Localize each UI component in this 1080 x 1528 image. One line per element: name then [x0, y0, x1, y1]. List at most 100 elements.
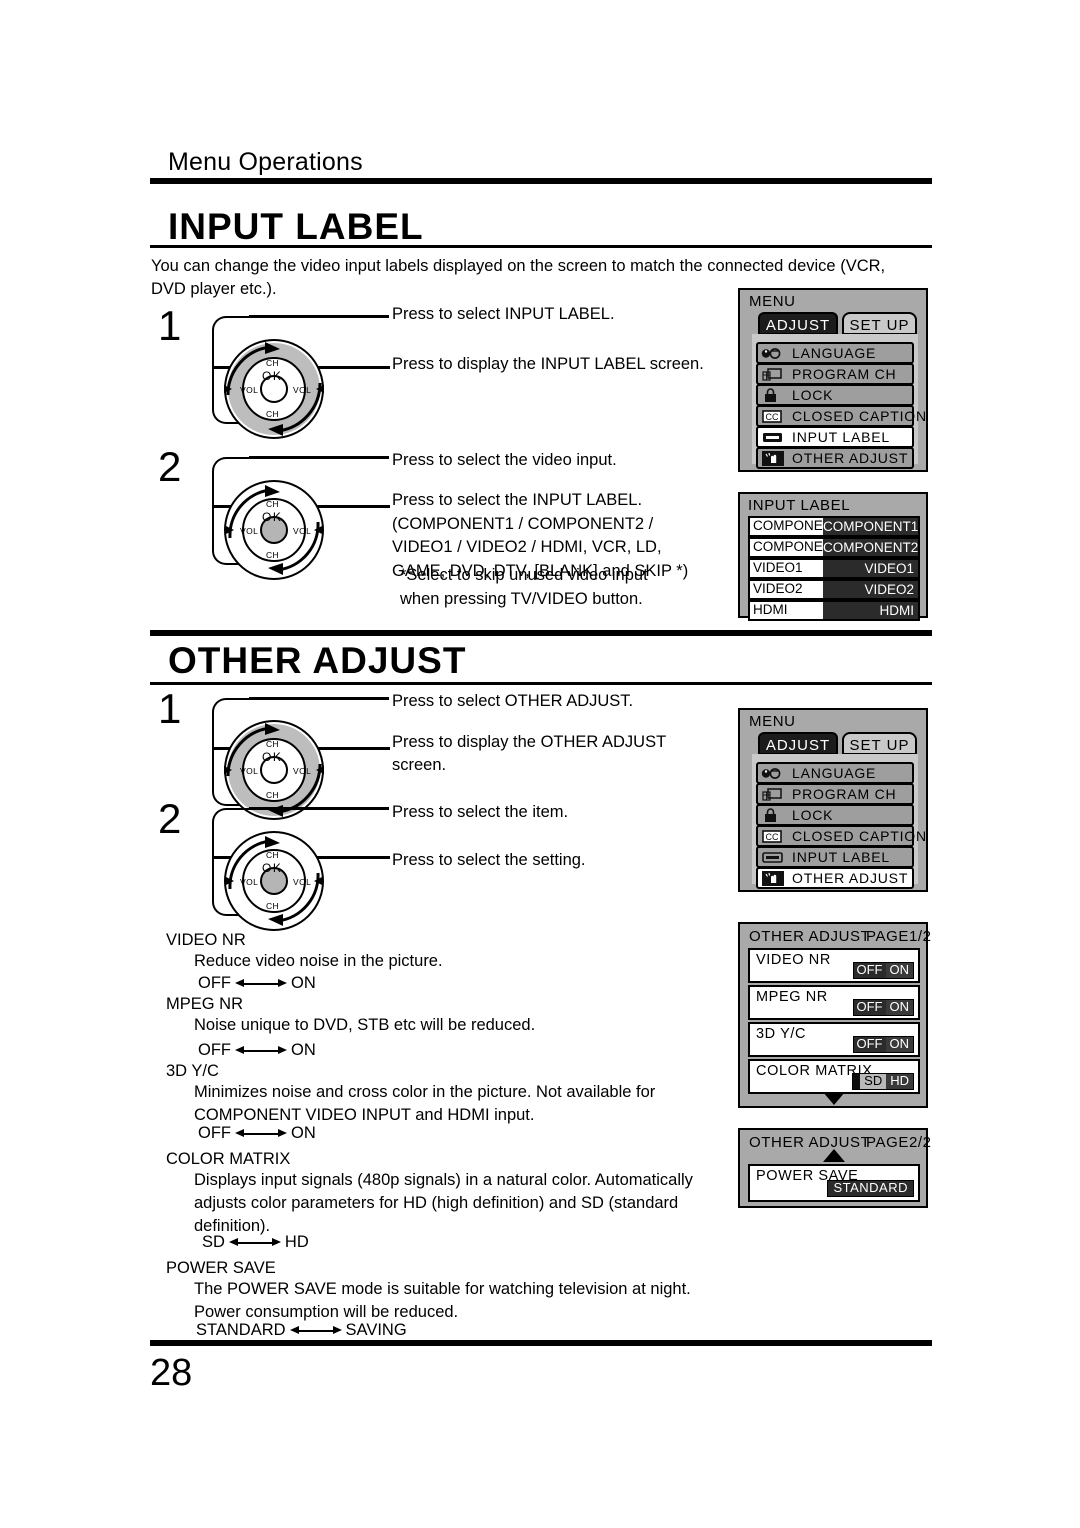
- menu-item-label: INPUT LABEL: [792, 849, 891, 865]
- menu-item-lock[interactable]: LOCK: [756, 384, 914, 406]
- toggle-color-matrix[interactable]: SD HD: [852, 1073, 914, 1090]
- osd-other-adjust-page1: OTHER ADJUST PAGE1/2 VIDEO NR OFF ON MPE…: [738, 922, 931, 1108]
- other-adjust-item-color-matrix[interactable]: COLOR MATRIX SD HD: [748, 1059, 920, 1094]
- input-label-icon: [762, 851, 783, 863]
- toggle-3d-yc[interactable]: OFF ON: [852, 1036, 914, 1053]
- menu-item-language[interactable]: LANGUAGE: [756, 762, 914, 784]
- setting-options-mpeg-nr: OFF ON: [198, 1039, 316, 1062]
- menu-item-language[interactable]: LANGUAGE: [756, 342, 914, 364]
- setting-name-mpeg-nr: MPEG NR: [166, 995, 244, 1013]
- toggle-mpeg-nr[interactable]: OFF ON: [852, 999, 914, 1016]
- osd-input-label-panel: INPUT LABEL COMPONENT1 COMPONENT1 COMPON…: [738, 492, 928, 621]
- page-up-arrow-icon[interactable]: [823, 1149, 845, 1162]
- nav-wheel-2a[interactable]: CH CH VOL VOL OK: [218, 474, 330, 586]
- step-text-1b-1: Press to select OTHER ADJUST.: [392, 692, 634, 710]
- menu-item-input-label[interactable]: INPUT LABEL: [756, 846, 914, 868]
- other-adjust-icon: [762, 450, 784, 466]
- leader-line-2a-1: [249, 456, 389, 459]
- toggle-cursor: [853, 1074, 861, 1089]
- nav-wheel-1a[interactable]: CH CH VOL VOL OK: [218, 333, 330, 445]
- menu-item-closed-caption[interactable]: CC CLOSED CAPTION: [756, 405, 926, 427]
- step-text-1a-1: Press to select INPUT LABEL.: [392, 305, 615, 323]
- option-right: ON: [291, 974, 316, 992]
- step-text-2a-1: Press to select the video input.: [392, 451, 617, 469]
- other-adjust-item-video-nr[interactable]: VIDEO NR OFF ON: [748, 948, 920, 983]
- other-adjust-item-power-save[interactable]: POWER SAVE STANDARD: [748, 1164, 920, 1202]
- input-name: HDMI: [753, 602, 788, 617]
- page-number: 28: [150, 1352, 193, 1394]
- input-value: VIDEO2: [823, 581, 918, 598]
- step-number-1a: 1: [158, 302, 182, 349]
- double-arrow-icon: [235, 979, 287, 988]
- toggle-option-sd[interactable]: SD: [860, 1074, 887, 1089]
- input-name: VIDEO1: [753, 560, 803, 575]
- menu-item-closed-caption[interactable]: CC CLOSED CAPTION: [756, 825, 926, 847]
- cc-icon: CC: [762, 409, 782, 423]
- program-ch-icon: [762, 787, 782, 801]
- option-left: SD: [202, 1233, 225, 1251]
- toggle-option-standard[interactable]: STANDARD: [828, 1181, 913, 1196]
- tab-adjust[interactable]: ADJUST: [758, 312, 838, 335]
- other-adjust-icon: [762, 870, 784, 886]
- toggle-option-off[interactable]: OFF: [853, 1000, 886, 1015]
- input-label-row[interactable]: HDMI HDMI: [748, 600, 920, 621]
- input-value: VIDEO1: [823, 560, 918, 577]
- item-name: 3D Y/C: [756, 1026, 807, 1042]
- menu-item-program-ch[interactable]: PROGRAM CH: [756, 363, 914, 385]
- osd-other-adjust-page2: OTHER ADJUST PAGE2/2 POWER SAVE STANDARD: [738, 1128, 931, 1208]
- item-name: VIDEO NR: [756, 952, 831, 968]
- menu-item-label: OTHER ADJUST: [792, 870, 909, 886]
- setting-desc-power-save: The POWER SAVE mode is suitable for watc…: [194, 1280, 691, 1321]
- toggle-option-off[interactable]: OFF: [853, 1037, 886, 1052]
- tab-set-up[interactable]: SET UP: [842, 312, 917, 335]
- toggle-video-nr[interactable]: OFF ON: [852, 962, 914, 979]
- input-label-row[interactable]: COMPONENT2 COMPONENT2: [748, 537, 920, 558]
- menu-item-label: PROGRAM CH: [792, 366, 897, 382]
- double-arrow-icon: [289, 1326, 342, 1335]
- input-label-row[interactable]: VIDEO1 VIDEO1: [748, 558, 920, 579]
- menu-item-lock[interactable]: LOCK: [756, 804, 914, 826]
- step-number-2a: 2: [158, 443, 182, 490]
- osd-title: MENU: [749, 293, 796, 310]
- toggle-option-hd[interactable]: HD: [886, 1074, 913, 1089]
- item-name: MPEG NR: [756, 989, 828, 1005]
- section-rule-2: [150, 682, 932, 685]
- tab-adjust[interactable]: ADJUST: [758, 732, 838, 755]
- menu-item-input-label[interactable]: INPUT LABEL: [756, 426, 914, 448]
- input-label-row[interactable]: COMPONENT1 COMPONENT1: [748, 516, 920, 537]
- menu-item-label: CLOSED CAPTION: [792, 828, 927, 844]
- other-adjust-item-mpeg-nr[interactable]: MPEG NR OFF ON: [748, 985, 920, 1020]
- option-right: ON: [291, 1041, 316, 1059]
- footer-rule: [150, 1340, 932, 1346]
- osd-title: INPUT LABEL: [748, 497, 851, 514]
- menu-item-program-ch[interactable]: PROGRAM CH: [756, 783, 914, 805]
- input-value: COMPONENT2: [823, 539, 919, 556]
- setting-desc-mpeg-nr: Noise unique to DVD, STB etc will be red…: [194, 1016, 536, 1034]
- nav-wheel-2b[interactable]: CH CH VOL VOL OK: [218, 825, 330, 937]
- menu-item-other-adjust[interactable]: OTHER ADJUST: [756, 447, 914, 469]
- toggle-option-off[interactable]: OFF: [853, 963, 886, 978]
- toggle-power-save[interactable]: STANDARD: [827, 1180, 914, 1197]
- setting-name-power-save: POWER SAVE: [166, 1259, 276, 1277]
- lock-icon: [765, 807, 776, 822]
- section-title-input-label: INPUT LABEL: [168, 206, 424, 247]
- step-text-1b-2: Press to display the OTHER ADJUST screen…: [392, 733, 667, 774]
- toggle-option-on[interactable]: ON: [885, 963, 913, 978]
- setting-options-power-save: STANDARD SAVING: [196, 1319, 407, 1342]
- menu-item-label: CLOSED CAPTION: [792, 408, 927, 424]
- menu-item-other-adjust[interactable]: OTHER ADJUST: [756, 867, 914, 889]
- other-adjust-item-3d-yc[interactable]: 3D Y/C OFF ON: [748, 1022, 920, 1057]
- setting-name-3d-yc: 3D Y/C: [166, 1062, 219, 1080]
- toggle-option-on[interactable]: ON: [885, 1000, 913, 1015]
- osd-title: OTHER ADJUST: [749, 928, 871, 945]
- input-value: HDMI: [823, 602, 918, 619]
- menu-item-label: LOCK: [792, 807, 834, 823]
- language-icon: [761, 767, 781, 779]
- tab-set-up[interactable]: SET UP: [842, 732, 917, 755]
- toggle-option-on[interactable]: ON: [885, 1037, 913, 1052]
- setting-options-3d-yc: OFF ON: [198, 1122, 316, 1145]
- page-down-arrow-icon[interactable]: [823, 1092, 845, 1105]
- osd-menu-panel-1: MENU ADJUST SET UP LANGUAGE PROGRAM CH L…: [738, 288, 928, 472]
- input-label-row[interactable]: VIDEO2 VIDEO2: [748, 579, 920, 600]
- osd-title: MENU: [749, 713, 796, 730]
